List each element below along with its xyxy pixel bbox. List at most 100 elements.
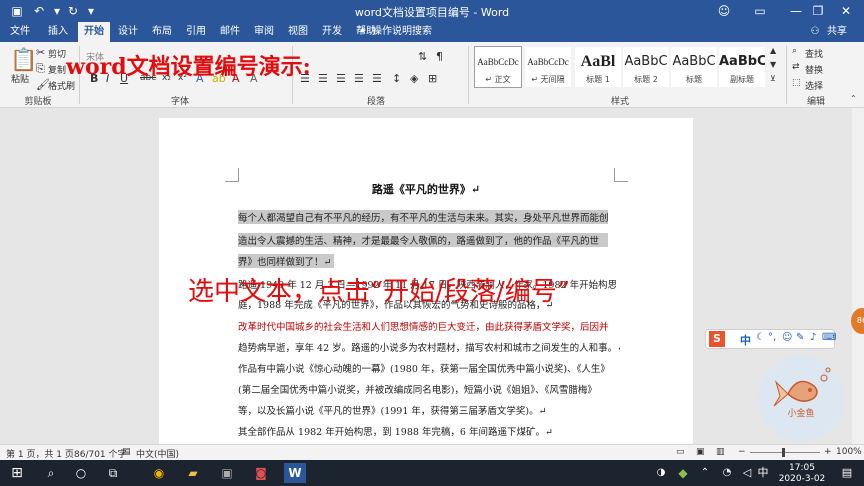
save-icon[interactable]: ▣ [8, 2, 26, 20]
justify-icon[interactable]: ☰ [354, 72, 364, 85]
customize-quick-access-icon[interactable]: ▾ [82, 2, 100, 20]
proofing-icon[interactable]: ▤ [122, 447, 131, 457]
record-icon[interactable]: ◙ [250, 463, 272, 483]
style-subtitle[interactable]: AaBbC 副标题 [718, 46, 766, 88]
distribute-icon[interactable]: ☰ [372, 72, 382, 85]
borders-icon[interactable]: ⊞ [428, 72, 437, 85]
cut-icon[interactable]: ✂ [36, 46, 45, 59]
find-button[interactable]: 查找 [805, 47, 823, 60]
style-title[interactable]: AaBbC 标题 [670, 46, 718, 88]
copy-icon[interactable]: ⎘ [36, 62, 45, 76]
moon-icon[interactable]: ☾ [756, 332, 765, 343]
tab-layout[interactable]: 布局 [146, 22, 178, 42]
ime-logo-icon[interactable]: S [709, 331, 725, 347]
tray-app-icon[interactable]: ◆ [672, 463, 694, 483]
tab-references[interactable]: 引用 [180, 22, 212, 42]
shading-icon[interactable]: ◈ [410, 72, 418, 85]
chrome-icon[interactable]: ◉ [148, 463, 170, 483]
find-icon[interactable]: ⌕ [792, 46, 797, 56]
text-line[interactable]: (第二届全国优秀中篇小说奖，并被改编成同名电影)，短篇小说《姐姐》、《风雪腊梅》 [238, 382, 616, 396]
emoji-icon[interactable]: ☺ [782, 332, 792, 343]
style-no-spacing[interactable]: AaBbCcDc ↵ 无间隔 [524, 46, 572, 88]
tab-mailings[interactable]: 邮件 [214, 22, 246, 42]
styles-scroll-down-icon[interactable]: ▼ [770, 60, 776, 69]
paste-icon[interactable]: 📋 [10, 48, 37, 73]
replace-button[interactable]: 替换 [805, 63, 823, 76]
tray-expand-icon[interactable]: ⌃ [694, 463, 716, 483]
text-line[interactable]: 改革时代中国城乡的社会生活和人们思想情感的巨大变迁，由此获得茅盾文学奖，后因并 [238, 319, 616, 333]
line-spacing-icon[interactable]: ↕ [392, 72, 401, 85]
cut-button[interactable]: 剪切 [48, 47, 66, 60]
close-icon[interactable]: ✕ [828, 0, 864, 22]
cortana-icon[interactable]: ○ [70, 463, 92, 483]
share-button[interactable]: 共享 [822, 22, 852, 42]
collapse-ribbon-icon[interactable]: ⌃ [850, 94, 857, 103]
ime-toolbar[interactable]: S 中 ☾ °, ☺ ✎ ♪ ⌨ [705, 329, 836, 349]
tab-review[interactable]: 审阅 [248, 22, 280, 42]
styles-more-icon[interactable]: ⊻ [770, 74, 776, 83]
page-count[interactable]: 第 1 页，共 1 页 [6, 447, 74, 460]
app-icon[interactable]: ▣ [216, 463, 238, 483]
group-separator [468, 46, 469, 104]
select-button[interactable]: 选择 [805, 79, 823, 92]
zoom-level[interactable]: 100% [836, 447, 862, 457]
show-marks-icon[interactable]: ¶ [436, 50, 443, 63]
style-normal[interactable]: AaBbCcDc ↵ 正文 [474, 46, 522, 88]
text-line[interactable]: 其全部作品从 1982 年开始构思，到 1988 年完稿，6 年间路遥下煤矿。↵ [238, 424, 616, 438]
print-layout-icon[interactable]: ▣ [696, 447, 705, 457]
notification-icon[interactable]: ▤ [836, 463, 858, 483]
windows-icon[interactable]: ⊞ [6, 463, 28, 483]
zoom-out-icon[interactable]: − [738, 447, 746, 457]
keyboard-icon[interactable]: ⌨ [822, 332, 836, 343]
text-line[interactable]: 作品有中篇小说《惊心动魄的一幕》(1980 年，获第一届全国优秀中篇小说奖)、《… [238, 361, 616, 375]
network-icon[interactable]: ◑ [650, 463, 672, 483]
word-count[interactable]: 86/701 个字 [74, 447, 127, 460]
wifi-icon[interactable]: ◔ [716, 463, 738, 483]
zoom-slider[interactable] [750, 452, 820, 453]
pen-icon[interactable]: ✎ [796, 332, 804, 343]
tab-view[interactable]: 视图 [282, 22, 314, 42]
text-line[interactable]: 造出令人震撼的生活、精神，才是最最令人敬佩的，路遥做到了，他的作品《平凡的世 [238, 233, 608, 247]
style-heading-2[interactable]: AaBbC 标题 2 [622, 46, 670, 88]
text-line[interactable]: 界》也同样做到了！↵ [238, 254, 334, 268]
taskbar-ime[interactable]: 中 [752, 463, 774, 483]
ribbon-options-icon[interactable]: ▭ [742, 0, 778, 22]
undo-icon[interactable]: ↶ [30, 2, 48, 20]
search-icon[interactable]: ⌕ [40, 463, 62, 483]
zoom-in-icon[interactable]: + [824, 447, 832, 457]
zoom-slider-thumb[interactable] [782, 448, 785, 457]
tab-developer[interactable]: 开发 [316, 22, 348, 42]
tab-insert[interactable]: 插入 [42, 22, 74, 42]
document-title[interactable]: 路遥《平凡的世界》↵ [238, 181, 614, 197]
system-clock[interactable]: 17:05 2020-3-02 [776, 463, 828, 485]
tab-home[interactable]: 开始 [78, 22, 110, 42]
styles-scroll-up-icon[interactable]: ▲ [770, 46, 776, 55]
text-line[interactable]: 每个人都渴望自己有不平凡的经历，有不平凡的生活与未来。其实，身处平凡世界而能创 [238, 210, 608, 224]
ime-language[interactable]: 中 [740, 332, 751, 348]
word-icon[interactable]: W [284, 463, 306, 483]
align-right-icon[interactable]: ☰ [336, 72, 346, 85]
paste-button[interactable]: 粘贴 [11, 72, 29, 85]
tab-design[interactable]: 设计 [112, 22, 144, 42]
file-explorer-icon[interactable]: ▰ [182, 463, 204, 483]
voice-icon[interactable]: ♪ [810, 332, 816, 343]
sort-icon[interactable]: ⇅ [418, 50, 427, 63]
vertical-scrollbar[interactable] [852, 108, 864, 444]
text-line[interactable]: 趋势病早逝，享年 42 岁。路遥的小说多为农村题材，描写农村和城市之间发生的人和… [238, 340, 620, 354]
web-layout-icon[interactable]: ▥ [716, 447, 725, 457]
task-view-icon[interactable]: ⧉ [102, 463, 124, 483]
read-mode-icon[interactable]: ▭ [676, 447, 685, 457]
account-avatar[interactable]: ☺ [706, 0, 742, 22]
text-line[interactable]: 等，以及长篇小说《平凡的世界》(1991 年，获得第三届茅盾文学奖)。↵ [238, 403, 616, 417]
align-center-icon[interactable]: ☰ [318, 72, 328, 85]
language-indicator[interactable]: 中文(中国) [136, 447, 179, 460]
copy-button[interactable]: 复制 [48, 63, 66, 76]
style-heading-1[interactable]: AaBl 标题 1 [574, 46, 622, 88]
select-icon[interactable]: ⬚ [792, 78, 801, 88]
replace-icon[interactable]: ⇄ [792, 62, 800, 72]
share-icon[interactable]: ⚇ [808, 22, 822, 42]
tell-me-search[interactable]: 操作说明搜索 [372, 22, 432, 42]
punctuation-icon[interactable]: °, [768, 332, 776, 343]
tab-file[interactable]: 文件 [4, 22, 36, 42]
redo-icon[interactable]: ↻ [64, 2, 82, 20]
